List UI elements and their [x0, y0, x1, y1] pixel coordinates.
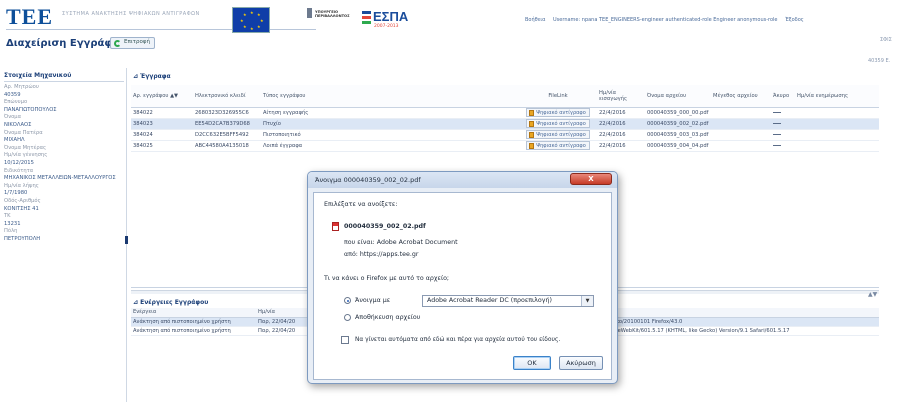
field-value: 1/7/1980: [4, 190, 28, 197]
help-link[interactable]: Βοήθεια: [525, 17, 545, 23]
file-link-button[interactable]: Ψηφιακό αντίγραφο: [526, 119, 590, 128]
ok-button[interactable]: OK: [513, 356, 551, 370]
doc-date: 22/4/2016: [597, 118, 645, 130]
role-badge: ΣΦΙΣ: [880, 37, 892, 43]
doc-key: EE54D2CA7B379D68: [193, 118, 261, 130]
dialog-intro: Επιλέξατε να ανοίξετε:: [324, 201, 398, 208]
col-key[interactable]: Ηλεκτρονικό κλειδί: [193, 85, 261, 108]
field-value: ΠΑΝΑΓΙΩΤΟΠΟΥΛΟΣ: [4, 106, 57, 113]
espa-logo: ΕΣΠΑ 2007-2013: [362, 9, 410, 33]
open-with-label: Άνοιγμα με: [355, 297, 391, 304]
col-filelink[interactable]: FileLink: [519, 85, 597, 108]
doc-no: 384023: [131, 118, 193, 130]
eu-flag-logo: ★ ★ ★ ★ ★ ★ ★ ★: [232, 7, 270, 33]
auto-action-label: Να γίνεται αυτόματα από εδώ και πέρα για…: [355, 337, 561, 343]
refresh-icon: [114, 40, 121, 47]
collapse-icon[interactable]: ▲▼: [868, 291, 877, 298]
logout-link[interactable]: Έξοδος: [785, 17, 804, 23]
field-label: ΤΚ: [4, 213, 11, 220]
field-label: Όνομα: [4, 114, 22, 121]
ministry-logo: ΥΠΟΥΡΓΕΙΟ ΠΕΡΙΒΑΛΛΟΝΤΟΣ: [307, 8, 350, 32]
col-type[interactable]: Τύπος εγγράφου: [261, 85, 519, 108]
dialog-filename: 000040359_002_02.pdf: [344, 223, 426, 230]
table-row[interactable]: 384022 2680323D326955C6 Αίτηση εγγραφής Ψηφ…: [131, 107, 879, 119]
field-value: ΝΙΚΟΛΑΟΣ: [4, 121, 32, 128]
doc-updated: [795, 107, 879, 119]
doc-filename: 000040359_000_00.pdf: [645, 107, 711, 119]
refresh-button[interactable]: Επιτροφή: [110, 37, 155, 49]
file-link-button[interactable]: Ψηφιακό αντίγραφο: [526, 108, 590, 117]
activity-action: Ανάκτηση από πιστοποιημένο χρήστη: [131, 326, 256, 336]
open-with-select[interactable]: Adobe Acrobat Reader DC (προεπιλογή) ▼: [422, 295, 594, 307]
tee-logo: TEE: [6, 4, 54, 29]
void-dash: [773, 133, 781, 135]
save-file-radio[interactable]: [344, 314, 351, 321]
col-action[interactable]: Ενέργεια: [131, 308, 256, 318]
field-value: 13231: [4, 220, 21, 227]
field-label: Οδός-Αριθμός: [4, 197, 41, 204]
field-label: Πόλη: [4, 228, 18, 235]
auto-action-checkbox[interactable]: [341, 336, 349, 344]
pdf-file-icon: [332, 222, 339, 231]
panel-splitter[interactable]: [126, 68, 127, 402]
engineer-code: 40359 Ε.: [868, 58, 891, 64]
field-label: Ειδικότητα: [4, 167, 34, 174]
doc-type: Αίτηση εγγραφής: [261, 107, 519, 119]
field-value: 10/12/2015: [4, 159, 34, 166]
activity-action: Ανάκτηση από πιστοποιημένο χρήστη: [131, 317, 256, 327]
dialog-file-type: που είναι: Adobe Acrobat Document: [344, 239, 458, 246]
dialog-question: Τι να κάνει ο Firefox με αυτό το αρχείο;: [324, 275, 450, 282]
void-dash: [773, 122, 781, 124]
field-value: ΠΕΤΡΟΥΠΟΛΗ: [4, 235, 41, 242]
col-size[interactable]: Μέγεθος αρχείου: [711, 85, 771, 108]
doc-size: [711, 118, 771, 130]
field-value: ΜΗΧΑΝΙΚΟΣ ΜΕΤΑΛΛΕΙΩΝ-ΜΕΤΑΛΛΟΥΡΓΟΣ: [4, 175, 116, 182]
document-icon: [529, 121, 535, 127]
table-row[interactable]: 384023 EE54D2CA7B379D68 Πτυχίο Ψηφιακό αντί…: [131, 118, 879, 130]
field-label: Ημ/νία λήψης: [4, 182, 39, 189]
panel-title: Στοιχεία Μηχανικού: [4, 72, 124, 82]
open-with-radio[interactable]: [344, 297, 351, 304]
dialog-body: Επιλέξατε να ανοίξετε: 000040359_002_02.…: [313, 192, 612, 380]
field-label: Αρ. Μητρώου: [4, 84, 39, 90]
cancel-button[interactable]: Ακύρωση: [559, 356, 603, 370]
documents-caption: ⊿ Έγγραφα: [133, 73, 171, 80]
sort-icon: ▲▼: [170, 92, 179, 99]
field-value: ΚΟΝΙΤΣΗΣ 41: [4, 205, 39, 212]
col-date[interactable]: Ημ/νία εισαγωγής: [597, 85, 645, 108]
field-label: Όνομα Πατέρα: [4, 129, 43, 136]
splitter-handle[interactable]: [125, 236, 128, 244]
chevron-down-icon[interactable]: ▼: [581, 296, 593, 306]
doc-size: [711, 107, 771, 119]
col-void[interactable]: Άκυρο: [771, 85, 795, 108]
dialog-title: Άνοιγμα 000040359_002_02.pdf: [315, 176, 421, 184]
logo-subtitle: ΣΥΣΤΗΜΑ ΑΝΑΚΤΗΣΗΣ ΨΗΦΙΑΚΩΝ ΑΝΤΙΓΡΑΦΩΝ: [62, 11, 200, 17]
save-file-label: Αποθήκευση αρχείου: [355, 314, 421, 321]
close-button[interactable]: X: [570, 173, 612, 185]
field-value: ΜΙΧΑΗΛ: [4, 137, 25, 144]
activity-caption: ⊿ Ενέργειες Εγγράφου: [133, 299, 209, 306]
open-file-dialog: Άνοιγμα 000040359_002_02.pdf X Επιλέξατε…: [307, 171, 618, 384]
dialog-titlebar[interactable]: Άνοιγμα 000040359_002_02.pdf X: [308, 172, 617, 188]
field-label: Επώνυμο: [4, 99, 28, 106]
doc-type: Πτυχίο: [261, 118, 519, 130]
doc-date: 22/4/2016: [597, 107, 645, 119]
dialog-file-source: από: https://apps.tee.gr: [344, 251, 419, 258]
doc-filename: 000040359_002_02.pdf: [645, 118, 711, 130]
user-info: Username: npana TEE_ENGINEERS-engineer a…: [553, 17, 778, 23]
doc-key: 2680323D326955C6: [193, 107, 261, 119]
engineer-panel: Στοιχεία Μηχανικού Αρ. Μητρώου 40359 Επώνυ…: [4, 72, 124, 402]
void-dash: [773, 111, 781, 113]
top-links: Βοήθεια Username: npana TEE_ENGINEERS-en…: [525, 17, 810, 23]
field-label: Ημ/νία γέννησης: [4, 152, 48, 159]
doc-updated: [795, 118, 879, 130]
col-doc-no[interactable]: Αρ. εγγράφου ▲▼: [131, 85, 193, 108]
col-updated[interactable]: Ημ/νία ενημέρωσης: [795, 85, 879, 108]
doc-no: 384022: [131, 107, 193, 119]
col-filename[interactable]: Όνομα αρχείου: [645, 85, 711, 108]
document-icon: [529, 110, 535, 116]
